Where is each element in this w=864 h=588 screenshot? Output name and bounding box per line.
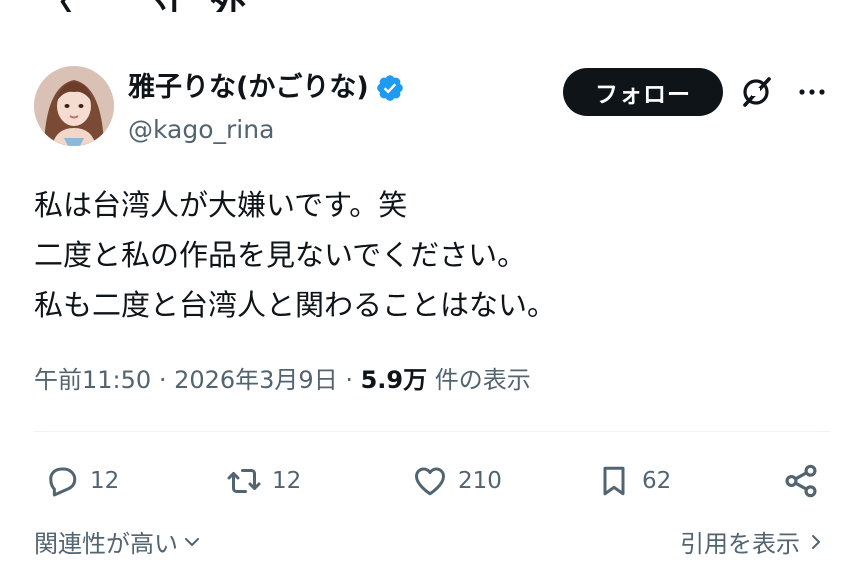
sort-label: 関連性が高い (34, 530, 178, 558)
post-line: 二度と私の作品を見ないでください。 (34, 238, 527, 272)
views-label: 件の表示 (434, 366, 531, 394)
post-meta: 午前11:50 · 2026年3月9日 · 5.9万 件の表示 (34, 362, 531, 398)
view-quotes-link[interactable]: 引用を表示 (680, 524, 826, 559)
more-icon[interactable] (794, 74, 830, 110)
post-footer: 関連性が高い 引用を表示 (34, 524, 830, 564)
follow-button[interactable]: フォロー (563, 68, 723, 116)
repost-icon (227, 469, 261, 493)
author-display-name[interactable]: 雅子りな(かごりな) (128, 70, 369, 106)
author-handle[interactable]: @kago_rina (128, 110, 405, 150)
repost-count: 12 (272, 468, 302, 494)
grok-icon[interactable] (738, 74, 774, 110)
meta-separator: · (158, 366, 175, 394)
repost-button[interactable]: 12 (226, 456, 301, 506)
share-icon[interactable] (782, 462, 820, 500)
bookmark-button[interactable]: 62 (596, 456, 671, 506)
avatar-image (34, 66, 114, 146)
bookmark-count: 62 (642, 468, 672, 494)
meta-separator: · (345, 366, 361, 394)
reply-count: 12 (90, 468, 120, 494)
post-time[interactable]: 午前11:50 (34, 366, 151, 394)
sort-dropdown[interactable]: 関連性が高い (34, 524, 202, 559)
author-info: 雅子りな(かごりな) @kago_rina (128, 70, 405, 150)
reply-button[interactable]: 12 (44, 456, 119, 506)
post-date[interactable]: 2026年3月9日 (174, 366, 338, 394)
post-header: 雅子りな(かごりな) @kago_rina フォロー (34, 66, 834, 150)
bookmark-icon (603, 466, 625, 496)
post-line: 私も二度と台湾人と関わることはない。 (34, 288, 557, 322)
post-line: 私は台湾人が大嫌いです。笑 (34, 188, 408, 222)
chevron-right-icon (812, 534, 820, 549)
avatar[interactable] (34, 66, 114, 146)
like-icon (415, 467, 445, 496)
action-bar: 12 12 210 62 (34, 456, 830, 506)
reply-icon (49, 467, 77, 497)
like-count: 210 (458, 468, 502, 494)
previous-content-fragment: 〈 寸 外 (0, 0, 864, 12)
verified-badge-icon[interactable] (375, 73, 405, 103)
quotes-label: 引用を表示 (680, 530, 800, 558)
post-text: 私は台湾人が大嫌いです。笑 二度と私の作品を見ないでください。 私も二度と台湾人… (34, 180, 556, 330)
divider (34, 431, 830, 432)
chevron-down-icon (185, 537, 199, 546)
like-button[interactable]: 210 (412, 456, 502, 506)
views-count[interactable]: 5.9万 (361, 366, 428, 394)
